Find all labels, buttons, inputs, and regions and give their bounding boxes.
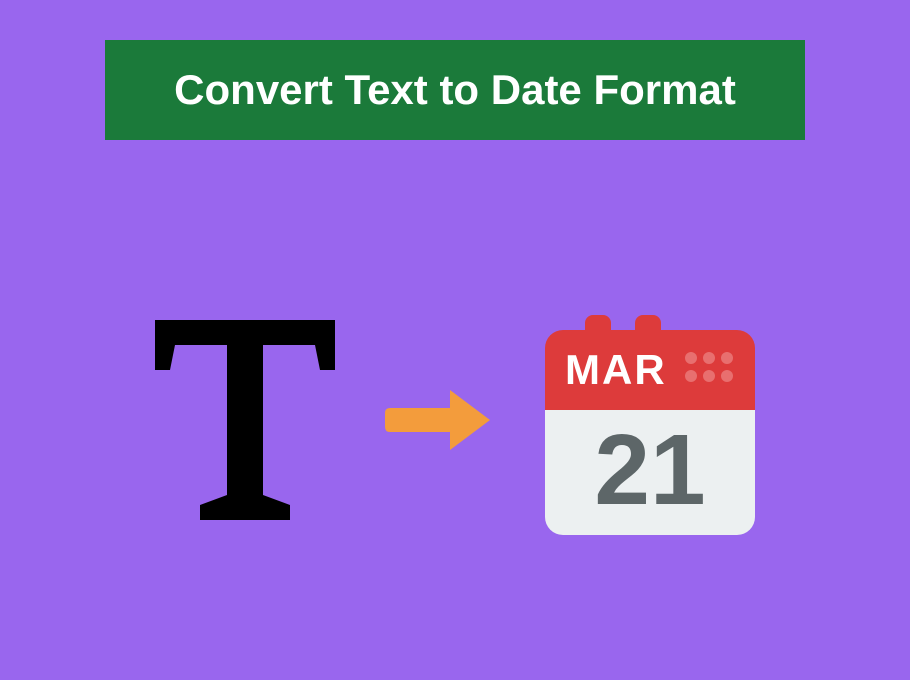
calendar-dot xyxy=(703,370,715,382)
header-banner: Convert Text to Date Format xyxy=(105,40,805,140)
header-title: Convert Text to Date Format xyxy=(174,66,736,114)
calendar-dot xyxy=(685,352,697,364)
arrow-right-icon xyxy=(385,385,495,455)
calendar-month: MAR xyxy=(565,346,667,394)
calendar-dot xyxy=(703,352,715,364)
calendar-header: MAR xyxy=(545,330,755,410)
calendar-dots xyxy=(685,352,733,382)
content-row: MAR 21 xyxy=(0,260,910,580)
calendar-dot xyxy=(721,352,733,364)
text-icon xyxy=(145,310,345,530)
calendar-day: 21 xyxy=(545,410,755,530)
calendar-dot xyxy=(685,370,697,382)
calendar-dot xyxy=(721,370,733,382)
calendar-icon: MAR 21 xyxy=(535,305,765,535)
